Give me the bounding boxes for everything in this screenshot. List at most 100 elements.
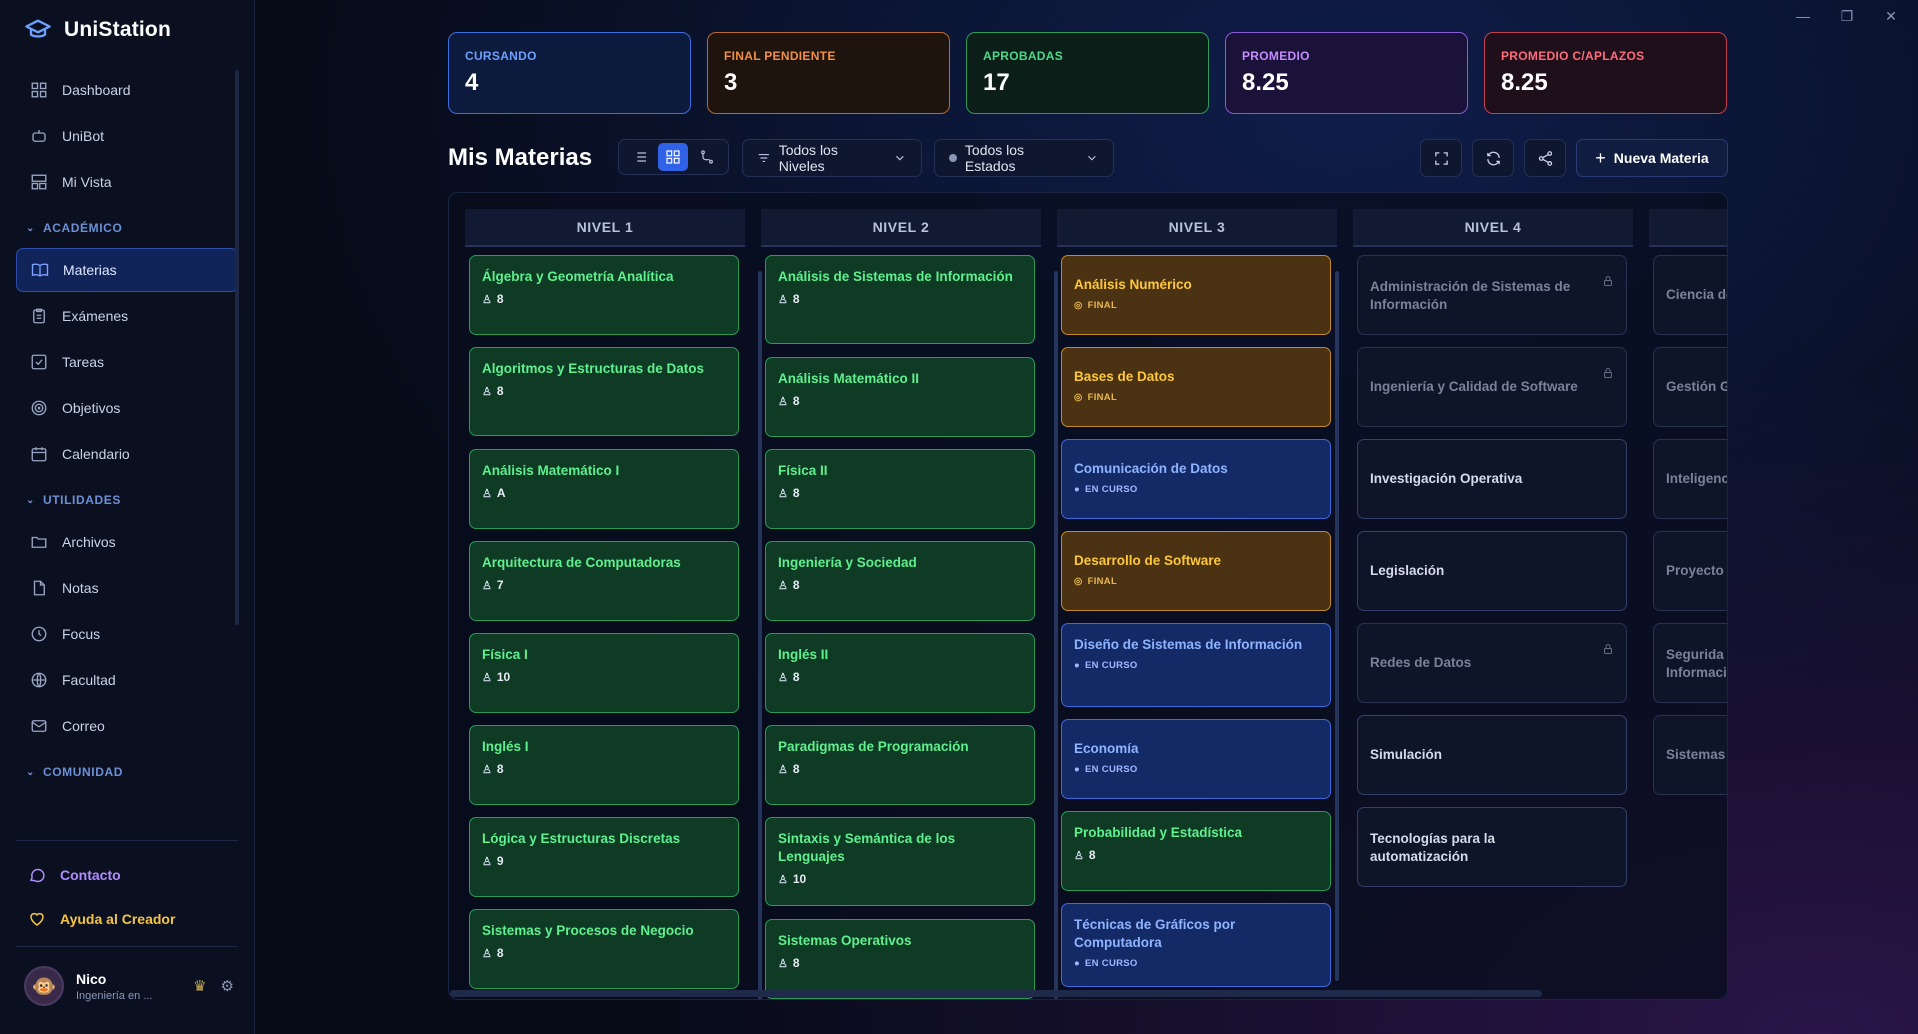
award-icon: ♙ — [482, 671, 492, 684]
subject-name: Tecnologías para la automatización — [1370, 831, 1496, 864]
chevron-down-icon — [896, 155, 904, 161]
graph-view-button[interactable] — [692, 143, 722, 171]
subject-status: EN CURSO — [1085, 958, 1138, 969]
crown-icon[interactable]: ♛ — [193, 977, 206, 995]
section-comunidad[interactable]: ⌄ COMUNIDAD — [16, 752, 238, 792]
subject-card-locked[interactable]: Ingeniería y Calidad de Software — [1357, 347, 1627, 427]
refresh-button[interactable] — [1472, 139, 1514, 177]
subject-grade: 8 — [1088, 848, 1096, 862]
gear-icon[interactable]: ⚙ — [221, 977, 234, 995]
subject-card-locked[interactable]: Segurida Informaci — [1653, 623, 1727, 703]
restore-icon[interactable]: ❐ — [1832, 6, 1862, 26]
expand-icon — [1434, 151, 1448, 165]
board-horizontal-scrollbar[interactable] — [450, 990, 1542, 997]
subject-name: Análisis Matemático II — [778, 371, 920, 386]
subject-card[interactable]: Análisis Matemático I ♙ A — [469, 449, 739, 529]
minimize-icon[interactable]: — — [1788, 6, 1818, 26]
subject-card-locked[interactable]: Gestión G — [1653, 347, 1728, 427]
level-filter-dropdown[interactable]: Todos los Niveles — [742, 139, 922, 177]
subject-card-locked[interactable]: Proyecto — [1653, 531, 1727, 611]
subject-card[interactable]: Sistemas y Procesos de Negocio ♙ 8 — [469, 909, 739, 989]
brand[interactable]: UniStation — [24, 16, 171, 44]
subject-name: Arquitectura de Computadoras — [482, 555, 681, 570]
subject-card-locked[interactable]: Ciencia de — [1653, 255, 1727, 335]
subject-card-available[interactable]: Legislación — [1357, 531, 1627, 611]
column-scrollbar[interactable] — [1054, 271, 1058, 999]
subject-card-available[interactable]: Investigación Operativa — [1357, 439, 1627, 519]
subject-card-available[interactable]: Tecnologías para la automatización — [1357, 807, 1627, 887]
subject-card[interactable]: Comunicación de Datos ● EN CURSO — [1061, 439, 1331, 519]
section-title: COMUNIDAD — [42, 765, 124, 779]
subject-name: Simulación — [1370, 747, 1443, 762]
help-creator-link[interactable]: Ayuda al Creador — [28, 910, 175, 928]
subject-grade: 8 — [792, 670, 800, 684]
subject-card[interactable]: Algoritmos y Estructuras de Datos ♙ 8 — [469, 347, 739, 436]
subject-card[interactable]: Bases de Datos ◎ FINAL — [1061, 347, 1331, 427]
view-toggle — [618, 139, 729, 175]
subject-card[interactable]: Técnicas de Gráficos por Computadora ● EN… — [1061, 903, 1331, 987]
grid-view-button[interactable] — [658, 143, 689, 171]
subject-name: Ingeniería y Calidad de Software — [1370, 379, 1578, 394]
sidebar-item-tareas[interactable]: Tareas — [16, 340, 238, 384]
subject-card-available[interactable]: Simulación — [1357, 715, 1627, 795]
section-utilidades[interactable]: ⌄ UTILIDADES — [16, 480, 238, 520]
subject-card[interactable]: Diseño de Sistemas de Información ● EN CU… — [1061, 623, 1331, 707]
state-filter-dropdown[interactable]: Todos los Estados — [934, 139, 1114, 177]
subject-card[interactable]: Desarrollo de Software ◎ FINAL — [1061, 531, 1331, 611]
sidebar-item-mi-vista[interactable]: Mi Vista — [16, 160, 238, 204]
subject-card-locked[interactable]: Sistemas — [1653, 715, 1727, 795]
subject-card-locked[interactable]: Inteligenc — [1653, 439, 1727, 519]
sidebar-item-archivos[interactable]: Archivos — [16, 520, 238, 564]
subject-card[interactable]: Física I ♙ 10 — [469, 633, 739, 713]
user-profile[interactable]: 🐵 Nico Ingeniería en ... ♛ ⚙ — [24, 966, 234, 1006]
sidebar-scrollbar[interactable] — [235, 70, 239, 625]
subject-card-locked[interactable]: Redes de Datos — [1357, 623, 1627, 703]
sidebar-item-correo[interactable]: Correo — [16, 704, 238, 748]
sidebar-item-dashboard[interactable]: Dashboard — [16, 68, 238, 112]
sidebar-item-label: Facultad — [62, 672, 116, 688]
sidebar-item-facultad[interactable]: Facultad — [16, 658, 238, 702]
stat-value: 8.25 — [1501, 69, 1548, 96]
share-button[interactable] — [1524, 139, 1566, 177]
subject-card[interactable]: Álgebra y Geometría Analítica ♙ 8 — [469, 255, 739, 335]
subject-card[interactable]: Economía ● EN CURSO — [1061, 719, 1331, 799]
subject-card[interactable]: Ingeniería y Sociedad ♙ 8 — [765, 541, 1035, 621]
chevron-down-icon: ⌄ — [26, 766, 35, 778]
subject-card[interactable]: Análisis Numérico ◎ FINAL — [1061, 255, 1331, 335]
subject-card[interactable]: Sintaxis y Semántica de los Lenguajes ♙ 1… — [765, 817, 1035, 906]
subject-name: Análisis de Sistemas de Información — [778, 269, 1013, 284]
section-academico[interactable]: ⌄ ACADÉMICO — [16, 208, 238, 248]
column-header: NIVEL 2 — [761, 209, 1041, 247]
subject-card[interactable]: Paradigmas de Programación ♙ 8 — [765, 725, 1035, 805]
fullscreen-button[interactable] — [1420, 139, 1462, 177]
sidebar-item-unibot[interactable]: UniBot — [16, 114, 238, 158]
subject-card[interactable]: Física II ♙ 8 — [765, 449, 1035, 529]
subject-card[interactable]: Probabilidad y Estadística ♙ 8 — [1061, 811, 1331, 891]
sidebar-item-objetivos[interactable]: Objetivos — [16, 386, 238, 430]
subject-card[interactable]: Análisis de Sistemas de Información ♙ 8 — [765, 255, 1035, 344]
sidebar-item-examenes[interactable]: Exámenes — [16, 294, 238, 338]
column-scrollbar[interactable] — [758, 271, 762, 999]
contact-link[interactable]: Contacto — [28, 866, 121, 884]
subject-card[interactable]: Arquitectura de Computadoras ♙ 7 — [469, 541, 739, 621]
list-view-button[interactable] — [625, 143, 655, 171]
subject-card[interactable]: Inglés II ♙ 8 — [765, 633, 1035, 713]
contact-label: Contacto — [60, 867, 121, 883]
subject-card[interactable]: Sistemas Operativos ♙ 8 — [765, 919, 1035, 999]
subject-card-locked[interactable]: Administración de Sistemas de Informació… — [1357, 255, 1627, 335]
subject-grade: 8 — [792, 292, 800, 306]
subject-name: Probabilidad y Estadística — [1074, 825, 1243, 840]
subject-name: Gestión G — [1666, 379, 1728, 394]
close-icon[interactable]: ✕ — [1876, 6, 1906, 26]
sidebar-item-materias[interactable]: Materias — [16, 248, 238, 292]
column-scrollbar[interactable] — [1335, 271, 1339, 981]
subject-card[interactable]: Análisis Matemático II ♙ 8 — [765, 357, 1035, 437]
new-subject-button[interactable]: + Nueva Materia — [1576, 139, 1728, 177]
sidebar-item-focus[interactable]: Focus — [16, 612, 238, 656]
subject-card[interactable]: Inglés I ♙ 8 — [469, 725, 739, 805]
column-header: NIVEL 4 — [1353, 209, 1633, 247]
subject-card[interactable]: Lógica y Estructuras Discretas ♙ 9 — [469, 817, 739, 897]
sidebar-item-calendario[interactable]: Calendario — [16, 432, 238, 476]
target-icon — [31, 400, 47, 416]
sidebar-item-notas[interactable]: Notas — [16, 566, 238, 610]
